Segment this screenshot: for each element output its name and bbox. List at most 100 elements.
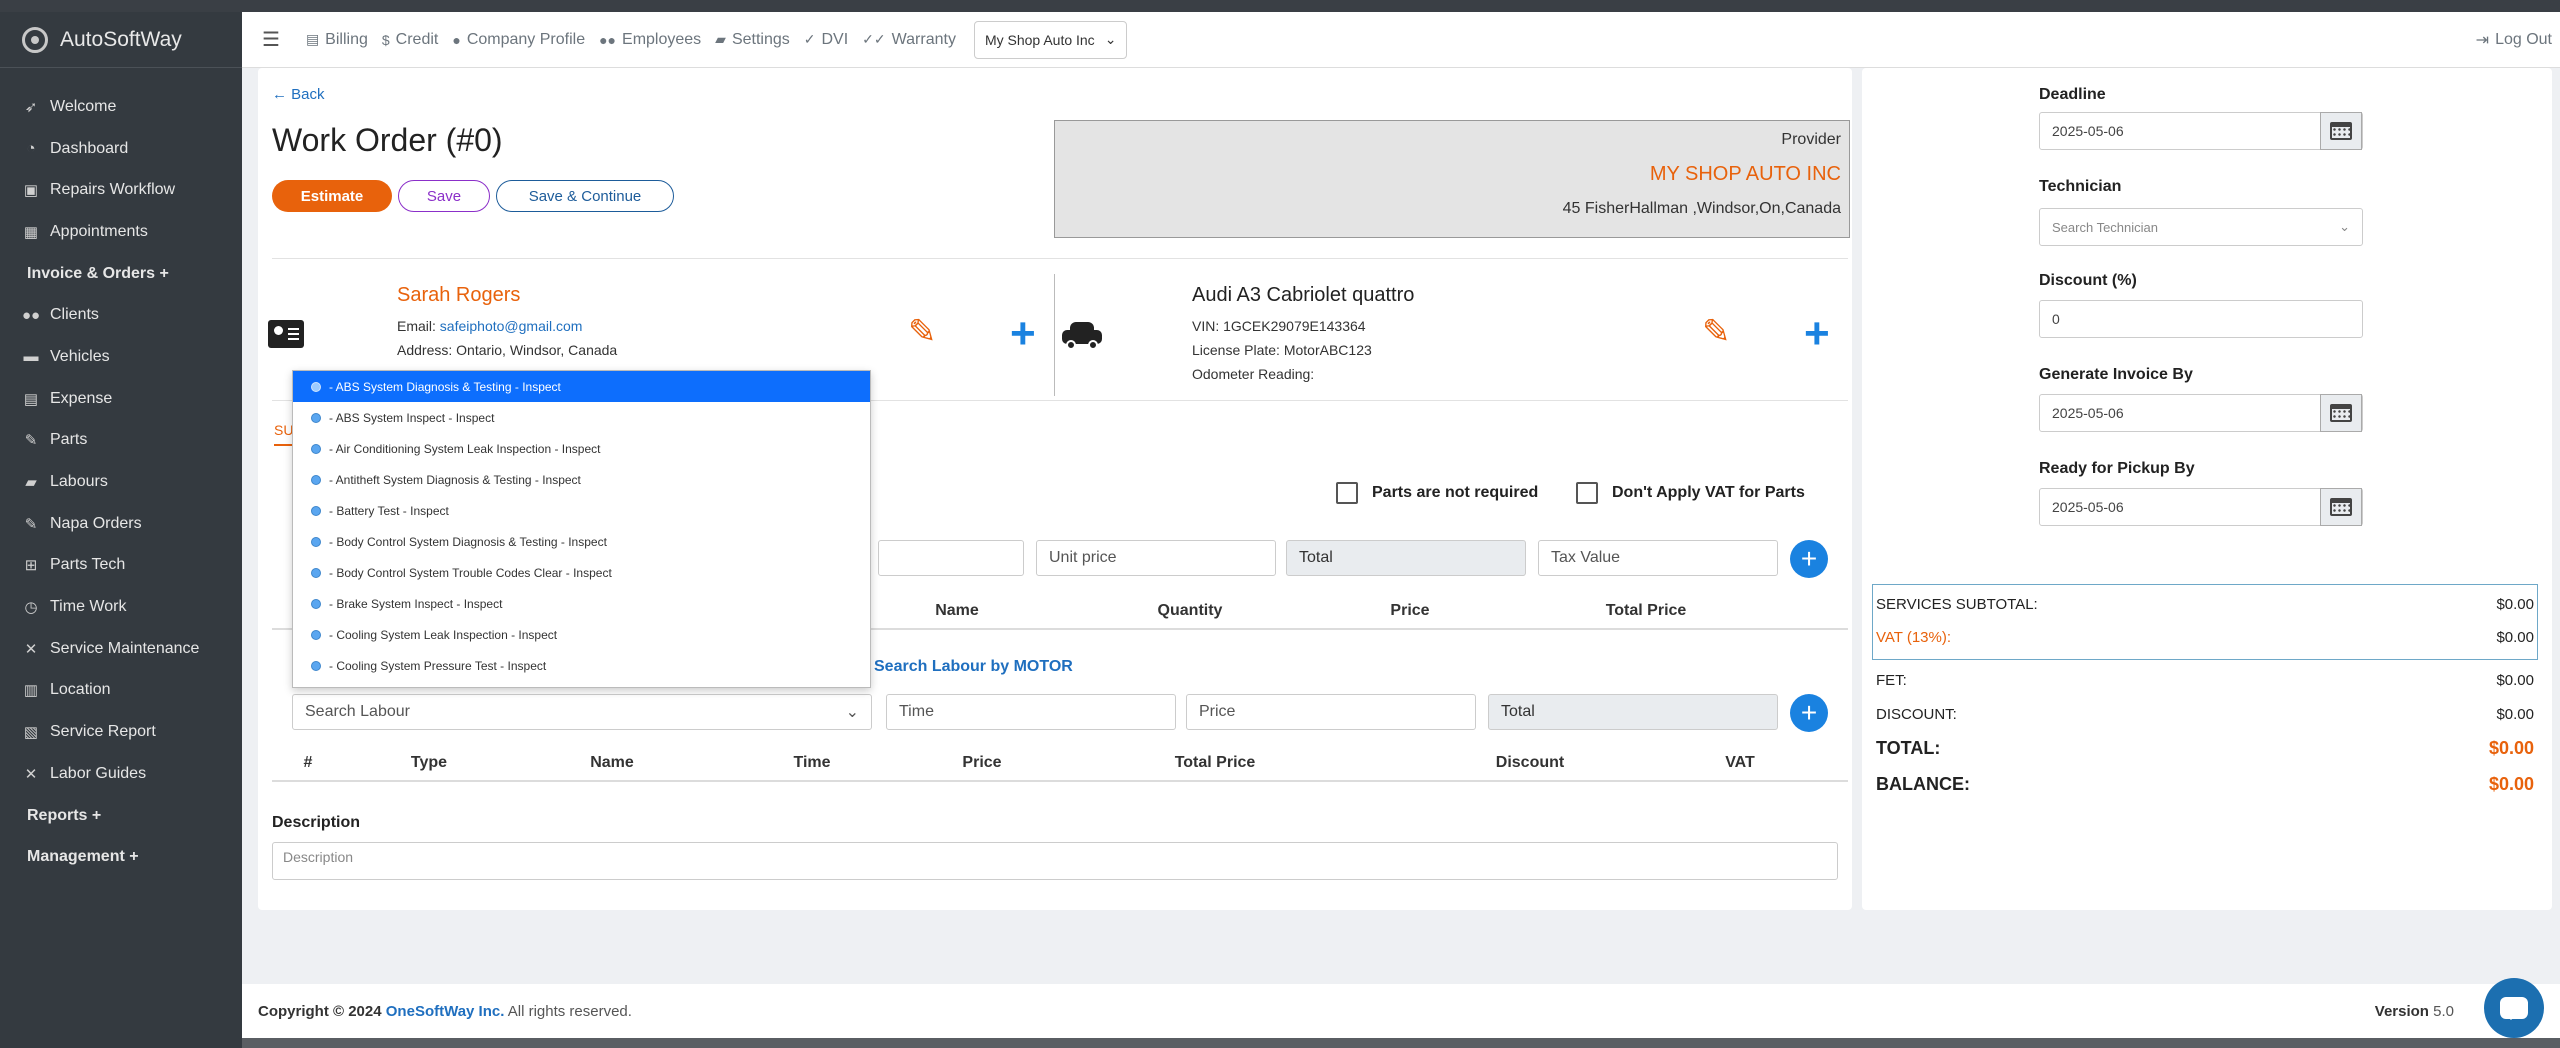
tax-value-input[interactable]: Tax Value: [1538, 540, 1778, 576]
checkbox-box[interactable]: [1336, 482, 1358, 504]
add-client-plus-icon[interactable]: +: [1010, 312, 1036, 356]
info-icon: [311, 443, 321, 454]
unit-price-input[interactable]: Unit price: [1036, 540, 1276, 576]
save-continue-button[interactable]: Save & Continue: [496, 180, 674, 212]
chat-icon: [2500, 997, 2528, 1020]
sidebar-item-dashboard[interactable]: ◔ Dashboard: [0, 128, 242, 170]
parts-not-required-checkbox[interactable]: Parts are not required: [1336, 482, 1538, 504]
col-quantity: Quantity: [1157, 602, 1223, 619]
sidebar-group-invoice-orders[interactable]: Invoice & Orders +: [0, 253, 242, 295]
brand[interactable]: AutoSoftWay: [0, 12, 242, 68]
sidebar-group-management[interactable]: Management +: [0, 836, 242, 878]
sidebar-item-service-report[interactable]: ▧ Service Report: [0, 711, 242, 753]
topnav-settings[interactable]: ▰ Settings: [715, 31, 790, 49]
vehicle-odometer: Odometer Reading:: [1192, 366, 1315, 382]
sidebar-item-location[interactable]: ▥ Location: [0, 670, 242, 712]
sidebar-item-parts-tech[interactable]: ⊞ Parts Tech: [0, 545, 242, 587]
add-labour-button[interactable]: +: [1790, 694, 1828, 732]
logout-link[interactable]: ⇥ Log Out: [2476, 30, 2552, 50]
sidebar-item-appointments[interactable]: ▦ Appointments: [0, 211, 242, 253]
total-row: TOTAL: $0.00: [1876, 738, 2534, 758]
generate-invoice-input[interactable]: 2025-05-06: [2039, 394, 2363, 432]
footer: Copyright © 2024 OneSoftWay Inc. All rig…: [242, 984, 2560, 1038]
invoice-calendar-button[interactable]: [2320, 394, 2362, 432]
back-link[interactable]: ← Back: [272, 86, 325, 103]
dropdown-option[interactable]: - Air Conditioning System Leak Inspectio…: [293, 433, 870, 464]
tools-icon: ✕: [24, 640, 38, 658]
vehicle-plate: License Plate: MotorABC123: [1192, 342, 1372, 358]
chat-button[interactable]: [2484, 978, 2544, 1038]
sidebar-group-reports[interactable]: Reports +: [0, 795, 242, 837]
deadline-label: Deadline: [2039, 86, 2106, 103]
part-name-input[interactable]: [878, 540, 1024, 576]
deadline-calendar-button[interactable]: [2320, 112, 2362, 150]
dropdown-option[interactable]: - Battery Test - Inspect: [293, 495, 870, 526]
topnav-dvi[interactable]: ✓ DVI: [804, 31, 848, 49]
bottom-strip: [242, 1038, 2560, 1048]
sidebar-item-welcome[interactable]: ➶ Welcome: [0, 86, 242, 128]
topnav-company-profile[interactable]: ● Company Profile: [452, 31, 585, 49]
info-icon: [311, 474, 321, 485]
tab-services[interactable]: SU: [274, 422, 301, 446]
description-textarea[interactable]: Description: [272, 842, 1838, 880]
technician-select[interactable]: Search Technician ⌄: [2039, 208, 2363, 246]
topnav-credit[interactable]: $ Credit: [382, 31, 438, 49]
topnav-warranty[interactable]: ✓✓ Warranty: [862, 31, 956, 49]
col-time: Time: [793, 754, 831, 771]
col-price: Price: [1390, 602, 1430, 619]
topnav-employees[interactable]: ●● Employees: [599, 31, 701, 49]
sidebar-item-labor-guides[interactable]: ✕ Labor Guides: [0, 753, 242, 795]
sidebar-item-labours[interactable]: ▰ Labours: [0, 461, 242, 503]
vehicle-name: Audi A3 Cabriolet quattro: [1192, 284, 1415, 306]
sidebar-item-napa-orders[interactable]: ✎ Napa Orders: [0, 503, 242, 545]
info-icon: [311, 536, 321, 547]
col-vat: VAT: [1725, 754, 1755, 771]
labour-time-input[interactable]: Time: [886, 694, 1176, 730]
sidebar-item-parts[interactable]: ✎ Parts: [0, 420, 242, 462]
dropdown-option[interactable]: - Body Control System Trouble Codes Clea…: [293, 557, 870, 588]
topnav-billing[interactable]: ▤ Billing: [306, 31, 368, 49]
car-icon: ▬: [23, 348, 39, 366]
dont-apply-vat-checkbox[interactable]: Don't Apply VAT for Parts: [1576, 482, 1805, 504]
client-email-link[interactable]: safeiphoto@gmail.com: [440, 318, 583, 334]
dropdown-option[interactable]: - Cooling System Pressure Test - Inspect: [293, 650, 870, 681]
menu-toggle-icon[interactable]: ☰: [262, 27, 280, 52]
sidebar-item-clients[interactable]: ●● Clients: [0, 294, 242, 336]
edit-vehicle-pencil-icon[interactable]: ✎: [1702, 312, 1731, 352]
search-labour-select[interactable]: Search Labour ⌄: [292, 694, 872, 730]
dropdown-option[interactable]: - Cooling System Leak Inspection - Inspe…: [293, 619, 870, 650]
col-discount: Discount: [1495, 754, 1565, 771]
shop-select[interactable]: My Shop Auto Inc ⌄: [973, 20, 1128, 59]
edit-client-pencil-icon[interactable]: ✎: [908, 312, 937, 352]
vertical-divider: [1054, 274, 1055, 396]
sidebar-item-service-maintenance[interactable]: ✕ Service Maintenance: [0, 628, 242, 670]
sidebar-item-expense[interactable]: ▤ Expense: [0, 378, 242, 420]
discount-input[interactable]: 0: [2039, 300, 2363, 338]
checkbox-box[interactable]: [1576, 482, 1598, 504]
pickup-input[interactable]: 2025-05-06: [2039, 488, 2363, 526]
sidebar-item-repairs-workflow[interactable]: ▣ Repairs Workflow: [0, 169, 242, 211]
dropdown-option[interactable]: - Brake System Inspect - Inspect: [293, 588, 870, 619]
add-part-button[interactable]: +: [1790, 540, 1828, 578]
dropdown-option[interactable]: - Antitheft System Diagnosis & Testing -…: [293, 464, 870, 495]
labour-dropdown: - ABS System Diagnosis & Testing - Inspe…: [292, 370, 871, 688]
sidebar-item-time-work[interactable]: ◷ Time Work: [0, 586, 242, 628]
dropdown-option[interactable]: - Body Control System Diagnosis & Testin…: [293, 526, 870, 557]
company-link[interactable]: OneSoftWay Inc.: [386, 1003, 505, 1020]
estimate-button[interactable]: Estimate: [272, 180, 392, 212]
money-icon: ▤: [23, 390, 39, 408]
plus-icon: +: [1800, 543, 1818, 574]
pickup-calendar-button[interactable]: [2320, 488, 2362, 526]
client-name: Sarah Rogers: [397, 284, 521, 306]
dropdown-option[interactable]: - ABS System Inspect - Inspect: [293, 402, 870, 433]
info-icon: [311, 412, 321, 423]
dropdown-option[interactable]: - ABS System Diagnosis & Testing - Inspe…: [293, 371, 870, 402]
deadline-input[interactable]: 2025-05-06: [2039, 112, 2363, 150]
search-labour-motor-link[interactable]: Search Labour by MOTOR: [874, 658, 1073, 676]
briefcase-icon: ▰: [715, 31, 726, 47]
add-vehicle-plus-icon[interactable]: +: [1804, 312, 1830, 356]
sidebar-item-vehicles[interactable]: ▬ Vehicles: [0, 336, 242, 378]
save-button[interactable]: Save: [398, 180, 490, 212]
labour-price-input[interactable]: Price: [1186, 694, 1476, 730]
arrow-left-icon: ←: [272, 86, 292, 103]
